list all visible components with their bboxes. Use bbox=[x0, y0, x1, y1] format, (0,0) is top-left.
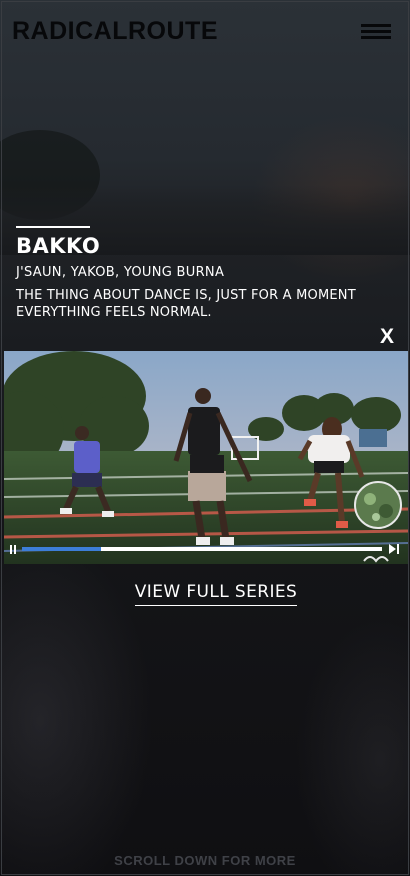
video-progress-fill bbox=[22, 547, 102, 551]
site-logo[interactable]: RADICALROUTE bbox=[12, 17, 218, 46]
pause-icon[interactable] bbox=[10, 545, 18, 554]
video-progress-bar[interactable] bbox=[22, 547, 382, 551]
video-player[interactable] bbox=[4, 351, 408, 564]
close-button[interactable]: X bbox=[377, 326, 397, 348]
scroll-down-hint[interactable]: SCROLL DOWN FOR MORE bbox=[0, 853, 410, 868]
view-full-series-link[interactable]: VIEW FULL SERIES bbox=[0, 582, 410, 606]
feature-artists: J'SAUN, YAKOB, YOUNG BURNA bbox=[16, 265, 225, 280]
feature-title: BAKKO bbox=[16, 234, 101, 258]
hamburger-menu-icon[interactable] bbox=[361, 24, 393, 40]
channel-badge bbox=[354, 481, 402, 529]
feature-quote: THE THING ABOUT DANCE IS, JUST FOR A MOM… bbox=[16, 288, 356, 320]
skip-next-icon[interactable] bbox=[389, 544, 401, 554]
video-controls bbox=[4, 541, 408, 564]
video-frame bbox=[4, 351, 408, 564]
title-divider bbox=[16, 226, 90, 228]
view-full-series-label[interactable]: VIEW FULL SERIES bbox=[134, 582, 298, 606]
